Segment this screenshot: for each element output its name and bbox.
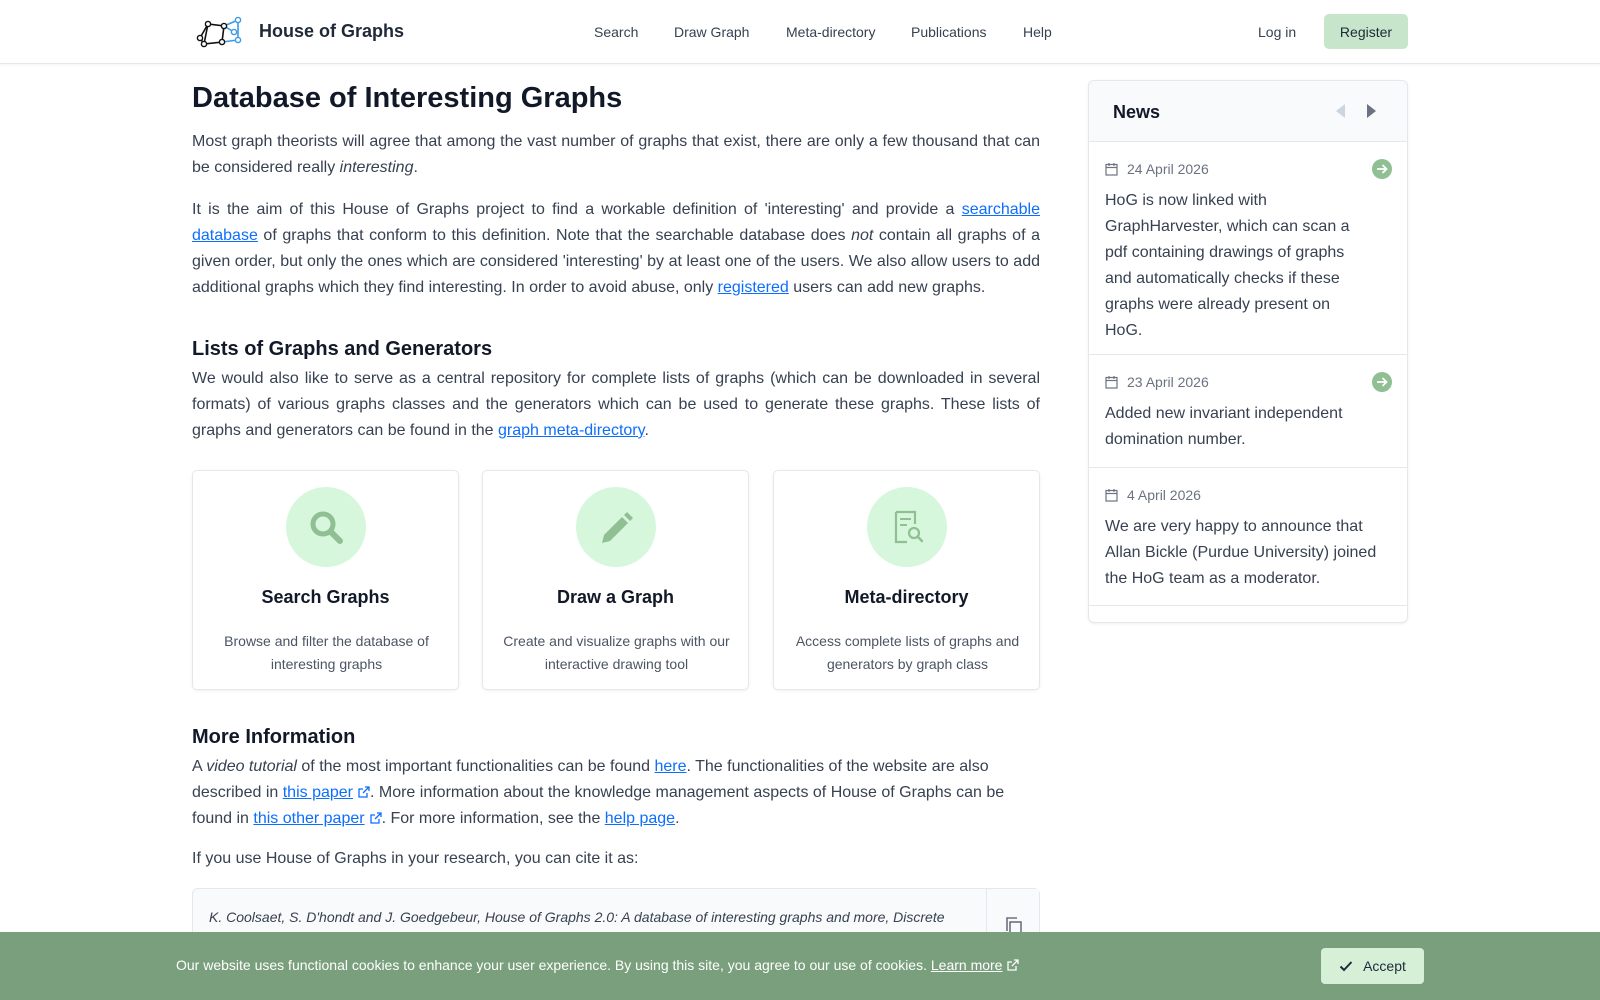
citation-text[interactable]: K. Coolsaet, S. D'hondt and J. Goedgebeu… [209,907,989,927]
learn-more-link[interactable]: Learn more [931,957,1003,973]
calendar-icon [1105,163,1118,176]
nav-publications[interactable]: Publications [911,24,987,40]
more-info-section: More Information A video tutorial of the… [192,724,1040,872]
pencil-icon-circle [576,487,656,567]
calendar-icon [1105,489,1118,502]
external-link-icon [369,812,382,824]
card-description: Browse and filter the database of intere… [224,633,429,672]
news-panel: News 24 April 2026 HoG is now linked wit… [1088,80,1408,623]
nav-search[interactable]: Search [594,24,638,40]
registered-link[interactable]: registered [718,279,789,296]
cookie-text: Our website uses functional cookies to e… [176,957,1020,973]
card-title: Meta-directory [844,587,969,607]
page-title: Database of Interesting Graphs [192,82,623,114]
chevron-right-icon[interactable] [1363,101,1379,121]
more-info-paragraph: A video tutorial of the most important f… [192,758,1005,827]
news-date: 23 April 2026 [1127,374,1209,390]
nav-help[interactable]: Help [1023,24,1052,40]
news-title: News [1113,102,1161,122]
feature-cards: Search Graphs Browse and filter the data… [192,470,1040,690]
check-icon [1339,961,1353,972]
chevron-left-icon[interactable] [1333,101,1349,121]
news-text: HoG is now linked with GraphHarvester, w… [1105,192,1350,339]
nav-meta-directory[interactable]: Meta-directory [786,24,875,40]
news-text: Added new invariant independent dominati… [1105,405,1343,448]
lists-heading: Lists of Graphs and Generators [192,338,493,360]
other-paper-link[interactable]: this other paper [253,810,364,827]
top-navbar: House of Graphs Search Draw Graph Meta-d… [0,0,1600,64]
news-date: 4 April 2026 [1127,487,1201,503]
search-icon-circle [286,487,366,567]
news-item: 24 April 2026 HoG is now linked with Gra… [1089,142,1407,355]
brand-title[interactable]: House of Graphs [259,21,404,42]
news-header: News [1089,81,1407,142]
calendar-icon [1105,376,1118,389]
document-search-icon-circle [867,487,947,567]
main-content: Database of Interesting Graphs Most grap… [192,80,1041,968]
nav-draw-graph[interactable]: Draw Graph [674,24,749,40]
more-info-heading: More Information [192,726,356,748]
cookie-banner: Our website uses functional cookies to e… [0,932,1600,1000]
external-link-icon [1007,959,1020,971]
meta-directory-link[interactable]: graph meta-directory [498,422,644,439]
news-item: 23 April 2026 Added new invariant indepe… [1089,355,1407,468]
card-description: Create and visualize graphs with our int… [503,633,730,672]
document-search-icon [894,510,924,544]
intro-paragraph-2: It is the aim of this House of Graphs pr… [192,201,1041,296]
tutorial-here-link[interactable]: here [655,758,687,775]
arrow-right-circle-icon[interactable] [1372,372,1392,392]
card-description: Access complete lists of graphs and gene… [795,633,1020,672]
news-text: We are very happy to announce that Allan… [1105,518,1377,587]
external-link-icon [358,786,370,798]
intro-paragraph-1: Most graph theorists will agree that amo… [192,133,1040,176]
search-icon [310,511,343,544]
news-item: 4 April 2026 We are very happy to announ… [1089,468,1407,606]
pencil-icon [602,512,633,543]
arrow-right-circle-icon[interactable] [1372,159,1392,179]
card-title: Draw a Graph [556,587,675,607]
cite-intro: If you use House of Graphs in your resea… [192,850,639,867]
accept-cookies-button[interactable]: Accept [1321,948,1424,984]
house-of-graphs-logo[interactable] [194,14,242,48]
search-graphs-card[interactable]: Search Graphs Browse and filter the data… [192,470,459,690]
meta-directory-card[interactable]: Meta-directory Access complete lists of … [773,470,1040,690]
lists-paragraph: We would also like to serve as a central… [192,370,1040,439]
news-date: 24 April 2026 [1127,161,1209,177]
draw-graph-card[interactable]: Draw a Graph Create and visualize graphs… [482,470,749,690]
help-page-link[interactable]: help page [605,810,675,827]
login-link[interactable]: Log in [1258,24,1296,40]
accept-label: Accept [1363,958,1406,974]
this-paper-link[interactable]: this paper [283,784,353,801]
register-button[interactable]: Register [1324,14,1408,49]
card-title: Search Graphs [261,587,390,607]
